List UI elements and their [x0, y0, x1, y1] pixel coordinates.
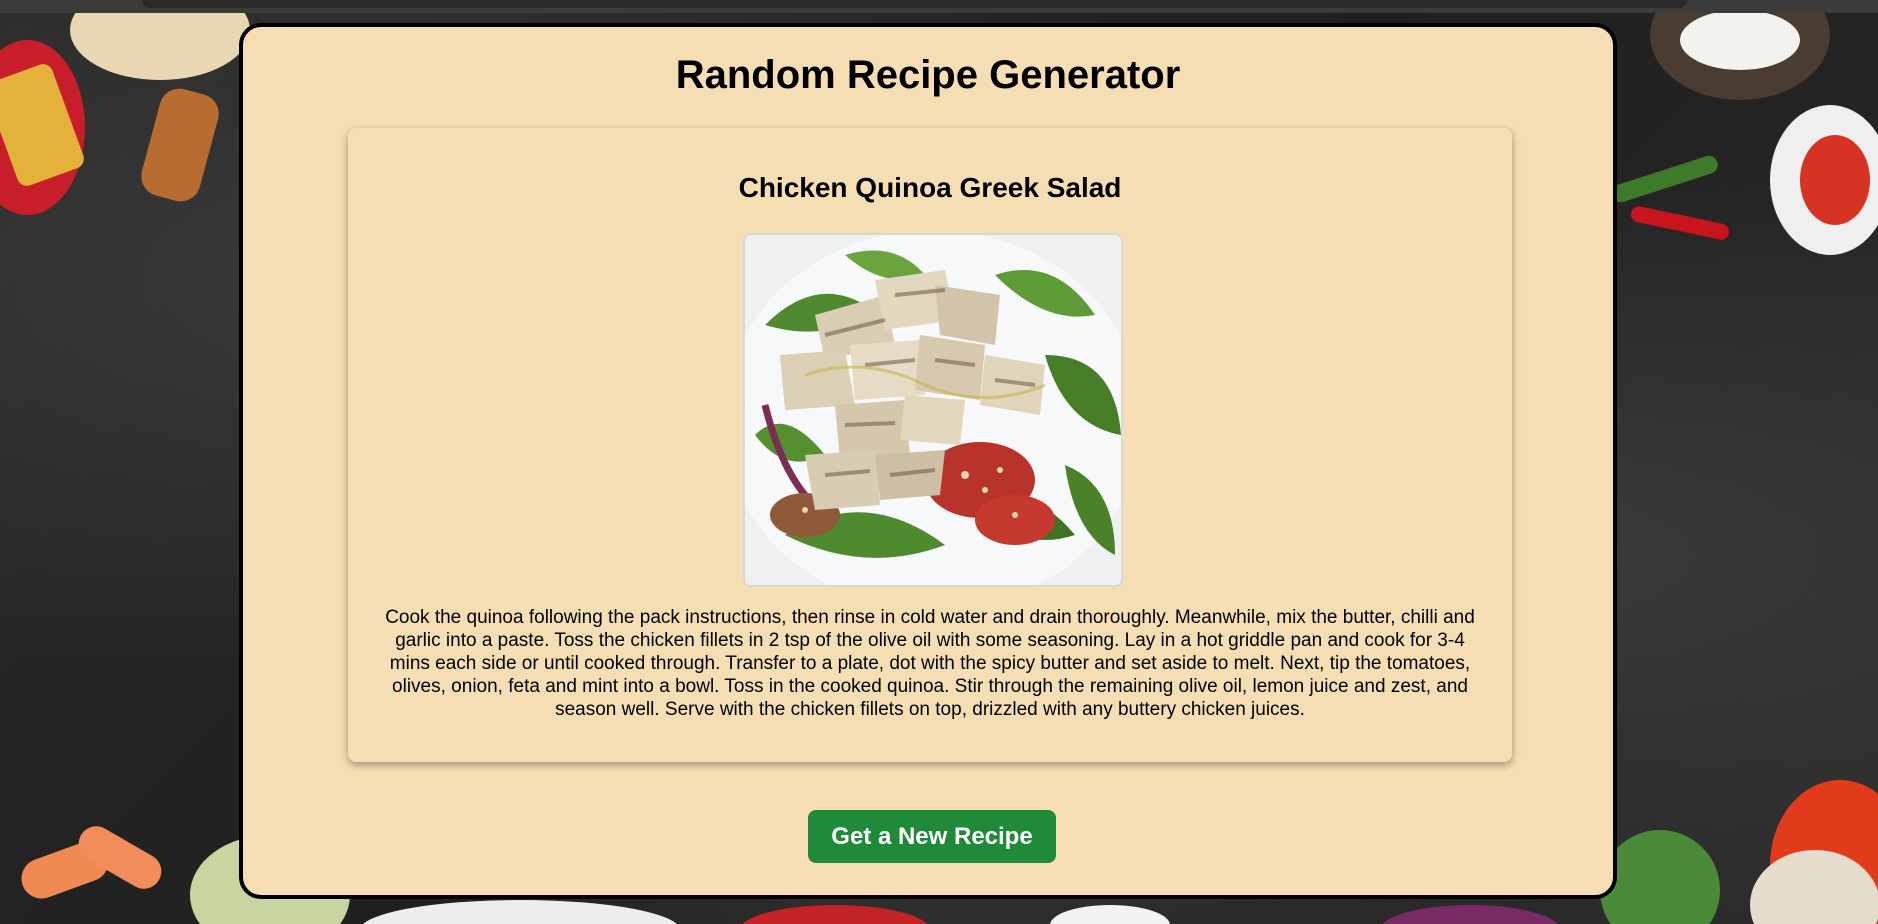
get-new-recipe-button[interactable]: Get a New Recipe: [808, 810, 1056, 863]
cabbage-bowl-decoration: [1380, 905, 1560, 924]
fried-shrimp-decoration: [136, 84, 224, 206]
green-chili-decoration: [1609, 153, 1721, 205]
herbs-decoration: [1600, 830, 1720, 924]
rice-decoration: [1680, 10, 1800, 70]
recipe-container: Random Recipe Generator Chicken Quinoa G…: [239, 23, 1617, 899]
salad-bowl-decoration: [740, 905, 930, 924]
noodle-plate-decoration: [360, 900, 680, 924]
recipe-image: [743, 233, 1123, 587]
red-chili-decoration: [1629, 204, 1731, 242]
small-bowl-decoration: [1050, 905, 1170, 924]
salad-photo: [745, 235, 1121, 585]
chili-sauce-decoration: [1800, 135, 1870, 225]
browser-scroll-track: [142, 0, 1687, 8]
shrimp-decoration: [72, 819, 168, 896]
page-title: Random Recipe Generator: [675, 53, 1181, 97]
browser-top-edge: [0, 0, 1878, 13]
recipe-title: Chicken Quinoa Greek Salad: [738, 172, 1122, 203]
recipe-instructions: Cook the quinoa following the pack instr…: [385, 607, 1475, 720]
recipe-card: Chicken Quinoa Greek Salad Cook the quin…: [348, 128, 1512, 762]
